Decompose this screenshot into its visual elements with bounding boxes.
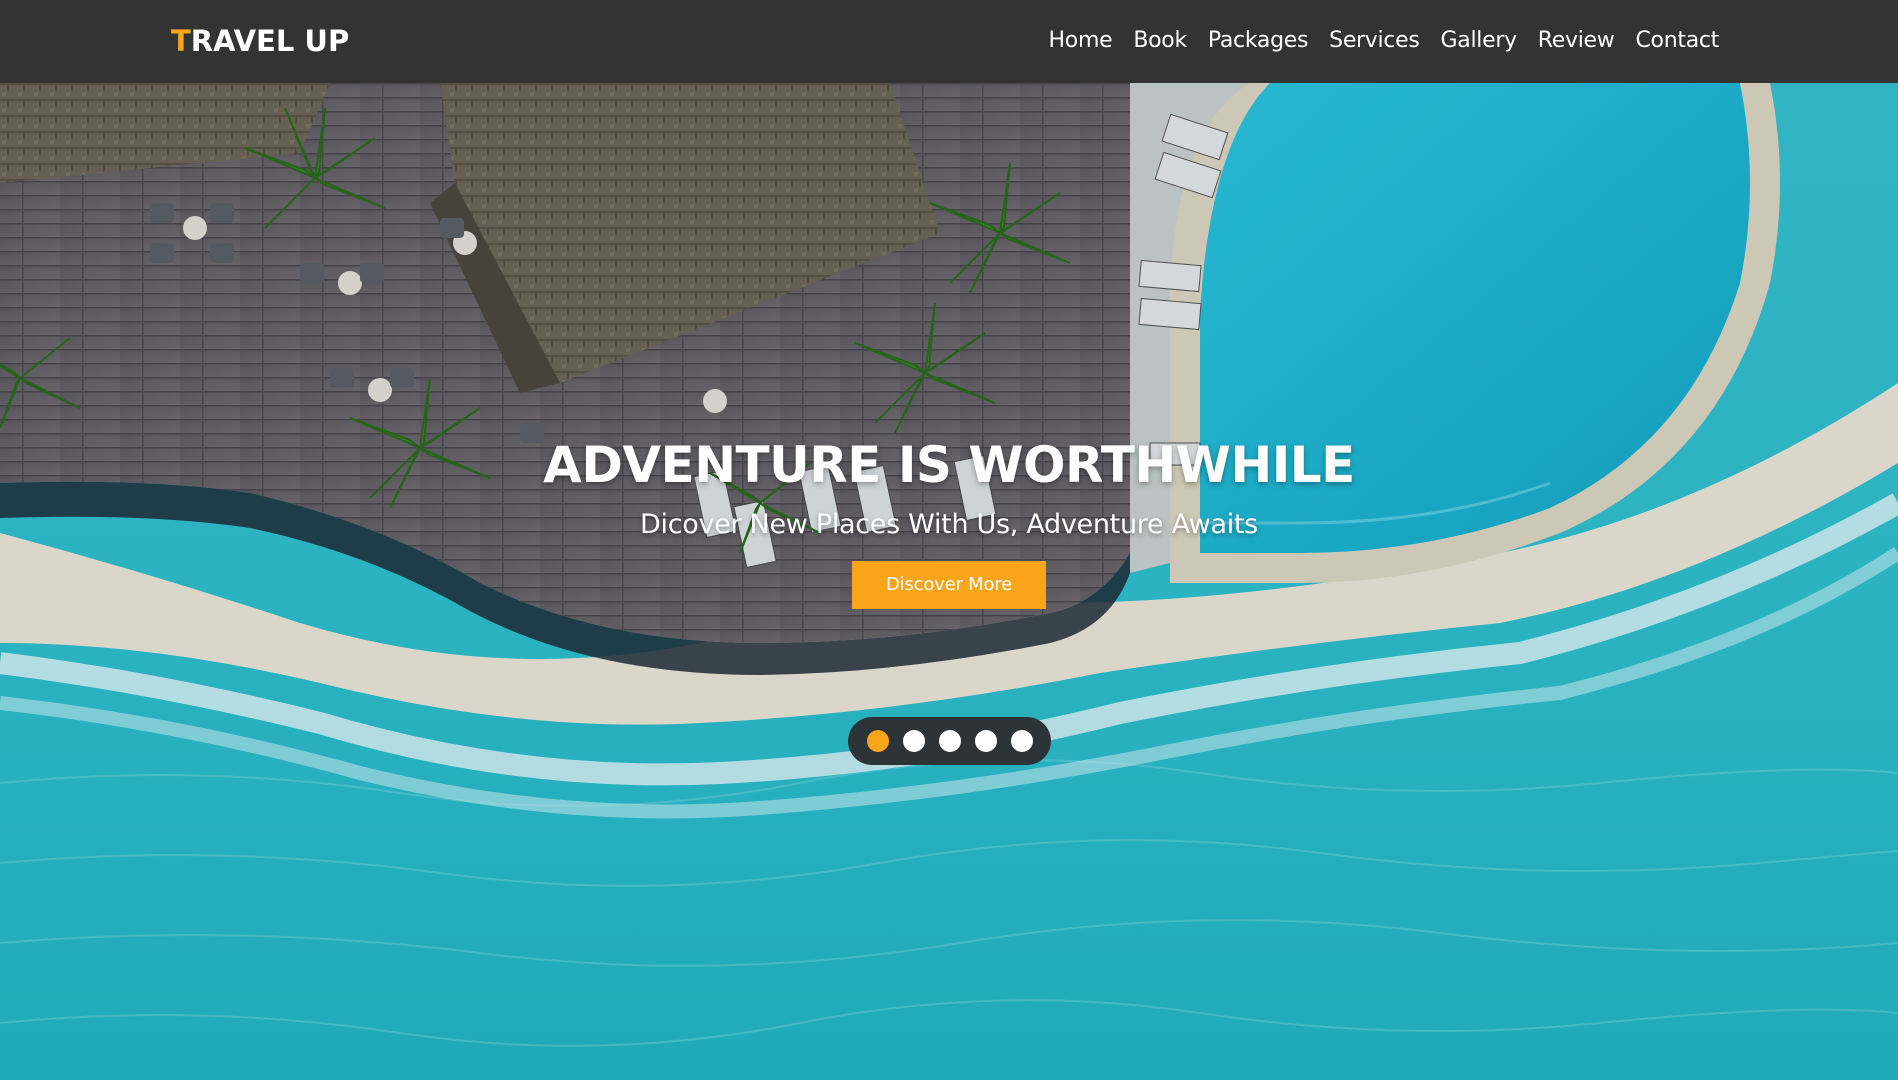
slider-dot-1[interactable] bbox=[866, 730, 889, 752]
brand-logo[interactable]: TRAVEL UP bbox=[171, 22, 349, 60]
slider-dot-3[interactable] bbox=[938, 730, 961, 752]
nav-packages[interactable]: Packages bbox=[1208, 24, 1309, 58]
hero-content: ADVENTURE IS WORTHWHILE Dicover New Plac… bbox=[0, 433, 1898, 609]
slider-dot-5[interactable] bbox=[1010, 730, 1033, 752]
slider-dots bbox=[848, 717, 1051, 765]
nav-gallery[interactable]: Gallery bbox=[1441, 24, 1518, 58]
discover-more-button[interactable]: Discover More bbox=[852, 561, 1046, 609]
nav-home[interactable]: Home bbox=[1049, 24, 1113, 58]
nav-review[interactable]: Review bbox=[1538, 24, 1615, 58]
slider-dot-2[interactable] bbox=[902, 730, 925, 752]
site-header: TRAVEL UP Home Book Packages Services Ga… bbox=[0, 0, 1898, 83]
hero-title: ADVENTURE IS WORTHWHILE bbox=[543, 436, 1355, 494]
nav-services[interactable]: Services bbox=[1329, 24, 1420, 58]
slider-dot-4[interactable] bbox=[974, 730, 997, 752]
main-nav: Home Book Packages Services Gallery Revi… bbox=[1028, 24, 1720, 58]
hero-subtitle: Dicover New Places With Us, Adventure Aw… bbox=[640, 509, 1258, 540]
hero-section: ADVENTURE IS WORTHWHILE Dicover New Plac… bbox=[0, 83, 1898, 1080]
nav-contact[interactable]: Contact bbox=[1636, 24, 1720, 58]
brand-logo-text: RAVEL UP bbox=[190, 24, 350, 58]
brand-logo-initial: T bbox=[171, 24, 191, 58]
nav-book[interactable]: Book bbox=[1133, 24, 1187, 58]
